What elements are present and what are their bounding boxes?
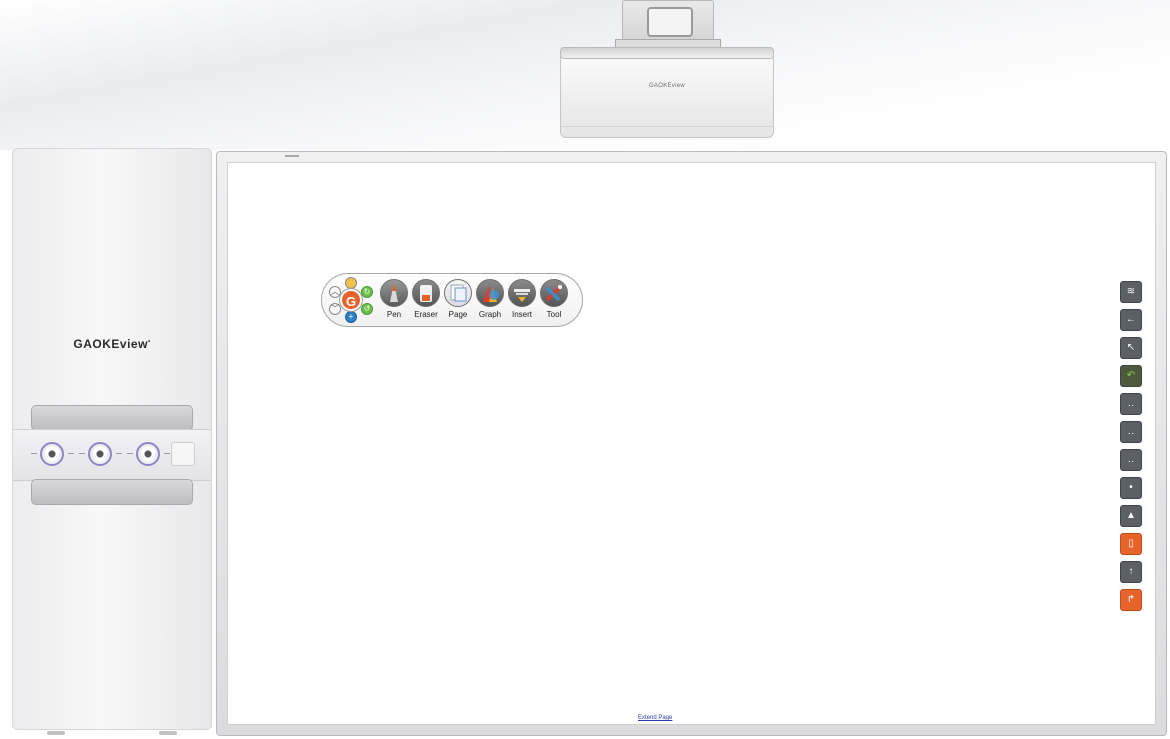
- chevron-down-icon[interactable]: ﹀: [329, 303, 341, 315]
- page-icon: [444, 279, 472, 307]
- thick-line-button[interactable]: ‥: [1120, 449, 1142, 471]
- eraser-tool-button[interactable]: Eraser: [410, 279, 442, 319]
- control-knob-2[interactable]: [88, 442, 112, 466]
- exit-button[interactable]: ↱: [1120, 589, 1142, 611]
- lower-slot: [31, 479, 193, 505]
- toolbar-nav-cluster: ︿ ↻ ﹀ ↺ + G: [328, 277, 374, 323]
- graph-icon: [476, 279, 504, 307]
- upper-slot: [31, 405, 193, 431]
- floating-toolbar: ︿ ↻ ﹀ ↺ + G Pen Eraser Page Graph Insert…: [321, 273, 583, 327]
- gaoke-logo-button[interactable]: G: [340, 289, 362, 311]
- knob-mark: [79, 453, 85, 454]
- cabinet-foot: [159, 731, 177, 735]
- frame-marker: [285, 155, 299, 157]
- insert-label: Insert: [511, 310, 532, 319]
- control-knob-3[interactable]: [136, 442, 160, 466]
- arrow-up-icon: ↑: [1128, 566, 1134, 577]
- pen-label: Pen: [386, 310, 402, 319]
- dot-icon: •: [1129, 482, 1133, 493]
- cabinet-foot: [47, 731, 65, 735]
- cabinet-logo: GAOKEview•: [13, 337, 211, 351]
- dots-icon: ‥: [1127, 454, 1135, 465]
- whiteboard-canvas[interactable]: ︿ ↻ ﹀ ↺ + G Pen Eraser Page Graph Insert…: [227, 162, 1156, 725]
- exit-icon: ↱: [1126, 594, 1136, 605]
- screen-button[interactable]: ≋: [1120, 281, 1142, 303]
- color-picker-icon[interactable]: [345, 277, 357, 289]
- projector-top-bar: [560, 47, 774, 59]
- projector-body: GAOKEview: [560, 47, 774, 138]
- whiteboard-frame: ︿ ↻ ﹀ ↺ + G Pen Eraser Page Graph Insert…: [216, 151, 1167, 736]
- point-button[interactable]: •: [1120, 477, 1142, 499]
- cabinet-logo-text: GAOKEview: [73, 337, 148, 351]
- dots-icon: ‥: [1127, 426, 1135, 437]
- thin-line-button[interactable]: ‥: [1120, 393, 1142, 415]
- page-label: Page: [448, 310, 468, 319]
- knob-mark: [127, 453, 133, 454]
- side-eraser-button[interactable]: ▯: [1120, 533, 1142, 555]
- medium-line-button[interactable]: ‥: [1120, 421, 1142, 443]
- pen-icon: ▲: [1126, 510, 1136, 521]
- redo-icon[interactable]: ↻: [361, 286, 373, 298]
- undo-icon[interactable]: ↺: [361, 303, 373, 315]
- screen-icon: ≋: [1126, 286, 1136, 297]
- undo-button[interactable]: ↶: [1120, 365, 1142, 387]
- tool-label: Tool: [546, 310, 562, 319]
- knob-mark: [68, 453, 74, 454]
- eraser-label: Eraser: [414, 310, 438, 319]
- pen-icon: [380, 279, 408, 307]
- projector-mount: [615, 0, 721, 54]
- back-button[interactable]: ←: [1120, 309, 1142, 331]
- mount-clamp: [647, 7, 693, 37]
- chevron-up-icon[interactable]: ︿: [329, 286, 341, 298]
- projector-base-line: [561, 126, 773, 131]
- undo-icon: ↶: [1126, 370, 1136, 381]
- graph-label: Graph: [478, 310, 502, 319]
- knob-mark: [164, 453, 170, 454]
- add-icon[interactable]: +: [345, 311, 357, 323]
- select-button[interactable]: ↖: [1120, 337, 1142, 359]
- extend-page-link[interactable]: Extend Page: [638, 715, 672, 721]
- page-tool-button[interactable]: Page: [442, 279, 474, 319]
- eraser-icon: [412, 279, 440, 307]
- projector-brand: GAOKEview: [648, 83, 686, 89]
- back-icon: ←: [1126, 314, 1136, 325]
- eraser-icon: ▯: [1128, 538, 1134, 549]
- scroll-up-button[interactable]: ↑: [1120, 561, 1142, 583]
- cabinet-logo-mark: •: [147, 339, 151, 345]
- side-pen-button[interactable]: ▲: [1120, 505, 1142, 527]
- graph-tool-button[interactable]: Graph: [474, 279, 506, 319]
- knob-mark: [31, 453, 37, 454]
- tool-tool-button[interactable]: Tool: [538, 279, 570, 319]
- insert-icon: [508, 279, 536, 307]
- knob-mark: [116, 453, 122, 454]
- insert-tool-button[interactable]: Insert: [506, 279, 538, 319]
- control-knob-1[interactable]: [40, 442, 64, 466]
- dots-icon: ‥: [1127, 398, 1135, 409]
- usb-port[interactable]: [171, 442, 195, 466]
- select-icon: ↖: [1126, 342, 1136, 353]
- control-band: [13, 429, 211, 481]
- pen-tool-button[interactable]: Pen: [378, 279, 410, 319]
- speaker-cabinet: GAOKEview•: [12, 148, 212, 735]
- tool-icon: [540, 279, 568, 307]
- projector: GAOKEview: [560, 0, 774, 138]
